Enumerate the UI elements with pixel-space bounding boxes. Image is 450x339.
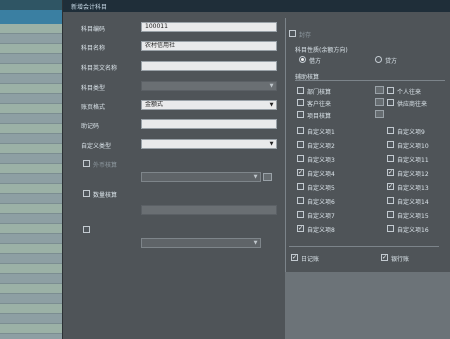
credit-radio[interactable] [375, 56, 382, 63]
aux-item-custom4: 自定义项4 [307, 171, 335, 178]
mnemonic-label: 助记码 [81, 123, 100, 130]
dialog-titlebar[interactable]: 新增会计科目 [63, 0, 450, 12]
chevron-down-icon: ▼ [269, 102, 274, 108]
unit-input[interactable] [141, 205, 277, 215]
aux-checkbox[interactable] [297, 155, 304, 162]
foreign-currency-checkbox[interactable] [83, 160, 90, 167]
dialog-title: 新增会计科目 [71, 4, 108, 11]
account-format-select[interactable]: 金额式 ▼ [141, 100, 277, 110]
foreign-currency-label: 外币核算 [93, 162, 118, 169]
aux-item-custom15: 自定义项15 [397, 213, 429, 220]
aux-checkbox[interactable] [297, 211, 304, 218]
account-format-value: 金额式 [145, 101, 164, 108]
quantity-label: 数量核算 [93, 192, 118, 199]
name-input[interactable]: 农村信用社 [141, 41, 277, 51]
chevron-down-icon: ▼ [269, 141, 274, 147]
english-name-input[interactable] [141, 61, 277, 71]
aux-item-custom14: 自定义项14 [397, 199, 429, 206]
aux-checkbox[interactable] [297, 127, 304, 134]
currency-browse-button[interactable] [263, 173, 272, 181]
aux-item-custom5: 自定义项5 [307, 185, 335, 192]
bank-label: 银行账 [391, 256, 410, 263]
quantity-checkbox[interactable] [83, 190, 90, 197]
aux-item-custom1: 自定义项1 [307, 129, 335, 136]
aux-checkbox[interactable] [387, 99, 394, 106]
aux-item-custom12: 自定义项12 [397, 171, 429, 178]
aux-item-custom13: 自定义项13 [397, 185, 429, 192]
seal-checkbox[interactable] [289, 30, 296, 37]
aux-checkbox[interactable] [387, 141, 394, 148]
aux-checkbox[interactable] [387, 87, 394, 94]
code-label: 科目编码 [81, 26, 106, 33]
custom-type-select[interactable]: ▼ [141, 139, 277, 149]
aux-checkbox[interactable] [297, 197, 304, 204]
extra-checkbox[interactable] [83, 226, 90, 233]
aux-browse-button[interactable] [375, 110, 384, 118]
aux-checkbox[interactable] [387, 225, 394, 232]
aux-checkbox[interactable] [297, 141, 304, 148]
seal-label: 封存 [299, 32, 312, 39]
aux-item-personal: 个人往来 [397, 89, 422, 96]
aux-item-custom9: 自定义项9 [397, 129, 425, 136]
aux-checkbox[interactable] [297, 111, 304, 118]
aux-item-custom3: 自定义项3 [307, 157, 335, 164]
debit-label: 借方 [309, 58, 322, 65]
journal-divider [289, 246, 439, 247]
aux-browse-button[interactable] [375, 98, 384, 106]
aux-checkbox[interactable] [387, 127, 394, 134]
aux-item-custom8: 自定义项8 [307, 227, 335, 234]
account-format-label: 账页格式 [81, 104, 106, 111]
aux-checkbox[interactable] [297, 87, 304, 94]
chevron-down-icon: ▼ [253, 240, 258, 246]
aux-item-project: 项目核算 [307, 113, 332, 120]
aux-checkbox[interactable] [387, 197, 394, 204]
aux-item-custom7: 自定义项7 [307, 213, 335, 220]
type-label: 科目类型 [81, 85, 106, 92]
chevron-down-icon: ▼ [269, 83, 274, 89]
aux-item-customer: 客户往来 [307, 101, 332, 108]
direction-label: 科目性质(余额方向) [295, 47, 348, 54]
aux-item-supplier: 供应商往来 [397, 101, 428, 108]
mnemonic-input[interactable] [141, 119, 277, 129]
journal-checkbox[interactable]: ✓ [291, 254, 298, 261]
aux-item-department: 部门核算 [307, 89, 332, 96]
debit-radio[interactable] [299, 56, 306, 63]
aux-item-custom11: 自定义项11 [397, 157, 429, 164]
extra-select[interactable]: ▼ [141, 238, 261, 248]
aux-checkbox[interactable] [387, 211, 394, 218]
aux-checkbox[interactable] [297, 183, 304, 190]
credit-label: 贷方 [385, 58, 398, 65]
currency-select[interactable]: ▼ [141, 172, 261, 182]
aux-checkbox-checked[interactable]: ✓ [387, 169, 394, 176]
aux-checkbox-checked[interactable]: ✓ [387, 183, 394, 190]
aux-checkbox-checked[interactable]: ✓ [297, 225, 304, 232]
code-input[interactable]: 100011 [141, 22, 277, 32]
name-label: 科目名称 [81, 45, 106, 52]
aux-checkbox-checked[interactable]: ✓ [297, 169, 304, 176]
english-name-label: 科目英文名称 [81, 65, 118, 72]
aux-item-custom10: 自定义项10 [397, 143, 429, 150]
journal-label: 日记账 [301, 256, 320, 263]
type-select[interactable]: ▼ [141, 81, 277, 91]
aux-divider [295, 80, 445, 81]
aux-item-custom2: 自定义项2 [307, 143, 335, 150]
bottom-panel [285, 272, 450, 339]
aux-checkbox[interactable] [297, 99, 304, 106]
bank-checkbox[interactable]: ✓ [381, 254, 388, 261]
new-account-dialog: 新增会计科目 科目编码 100011 科目名称 农村信用社 科目英文名称 科目类… [62, 0, 450, 339]
aux-checkbox[interactable] [387, 155, 394, 162]
aux-browse-button[interactable] [375, 86, 384, 94]
chevron-down-icon: ▼ [253, 174, 258, 180]
aux-item-custom16: 自定义项16 [397, 227, 429, 234]
aux-item-custom6: 自定义项6 [307, 199, 335, 206]
custom-type-label: 自定义类型 [81, 143, 112, 150]
